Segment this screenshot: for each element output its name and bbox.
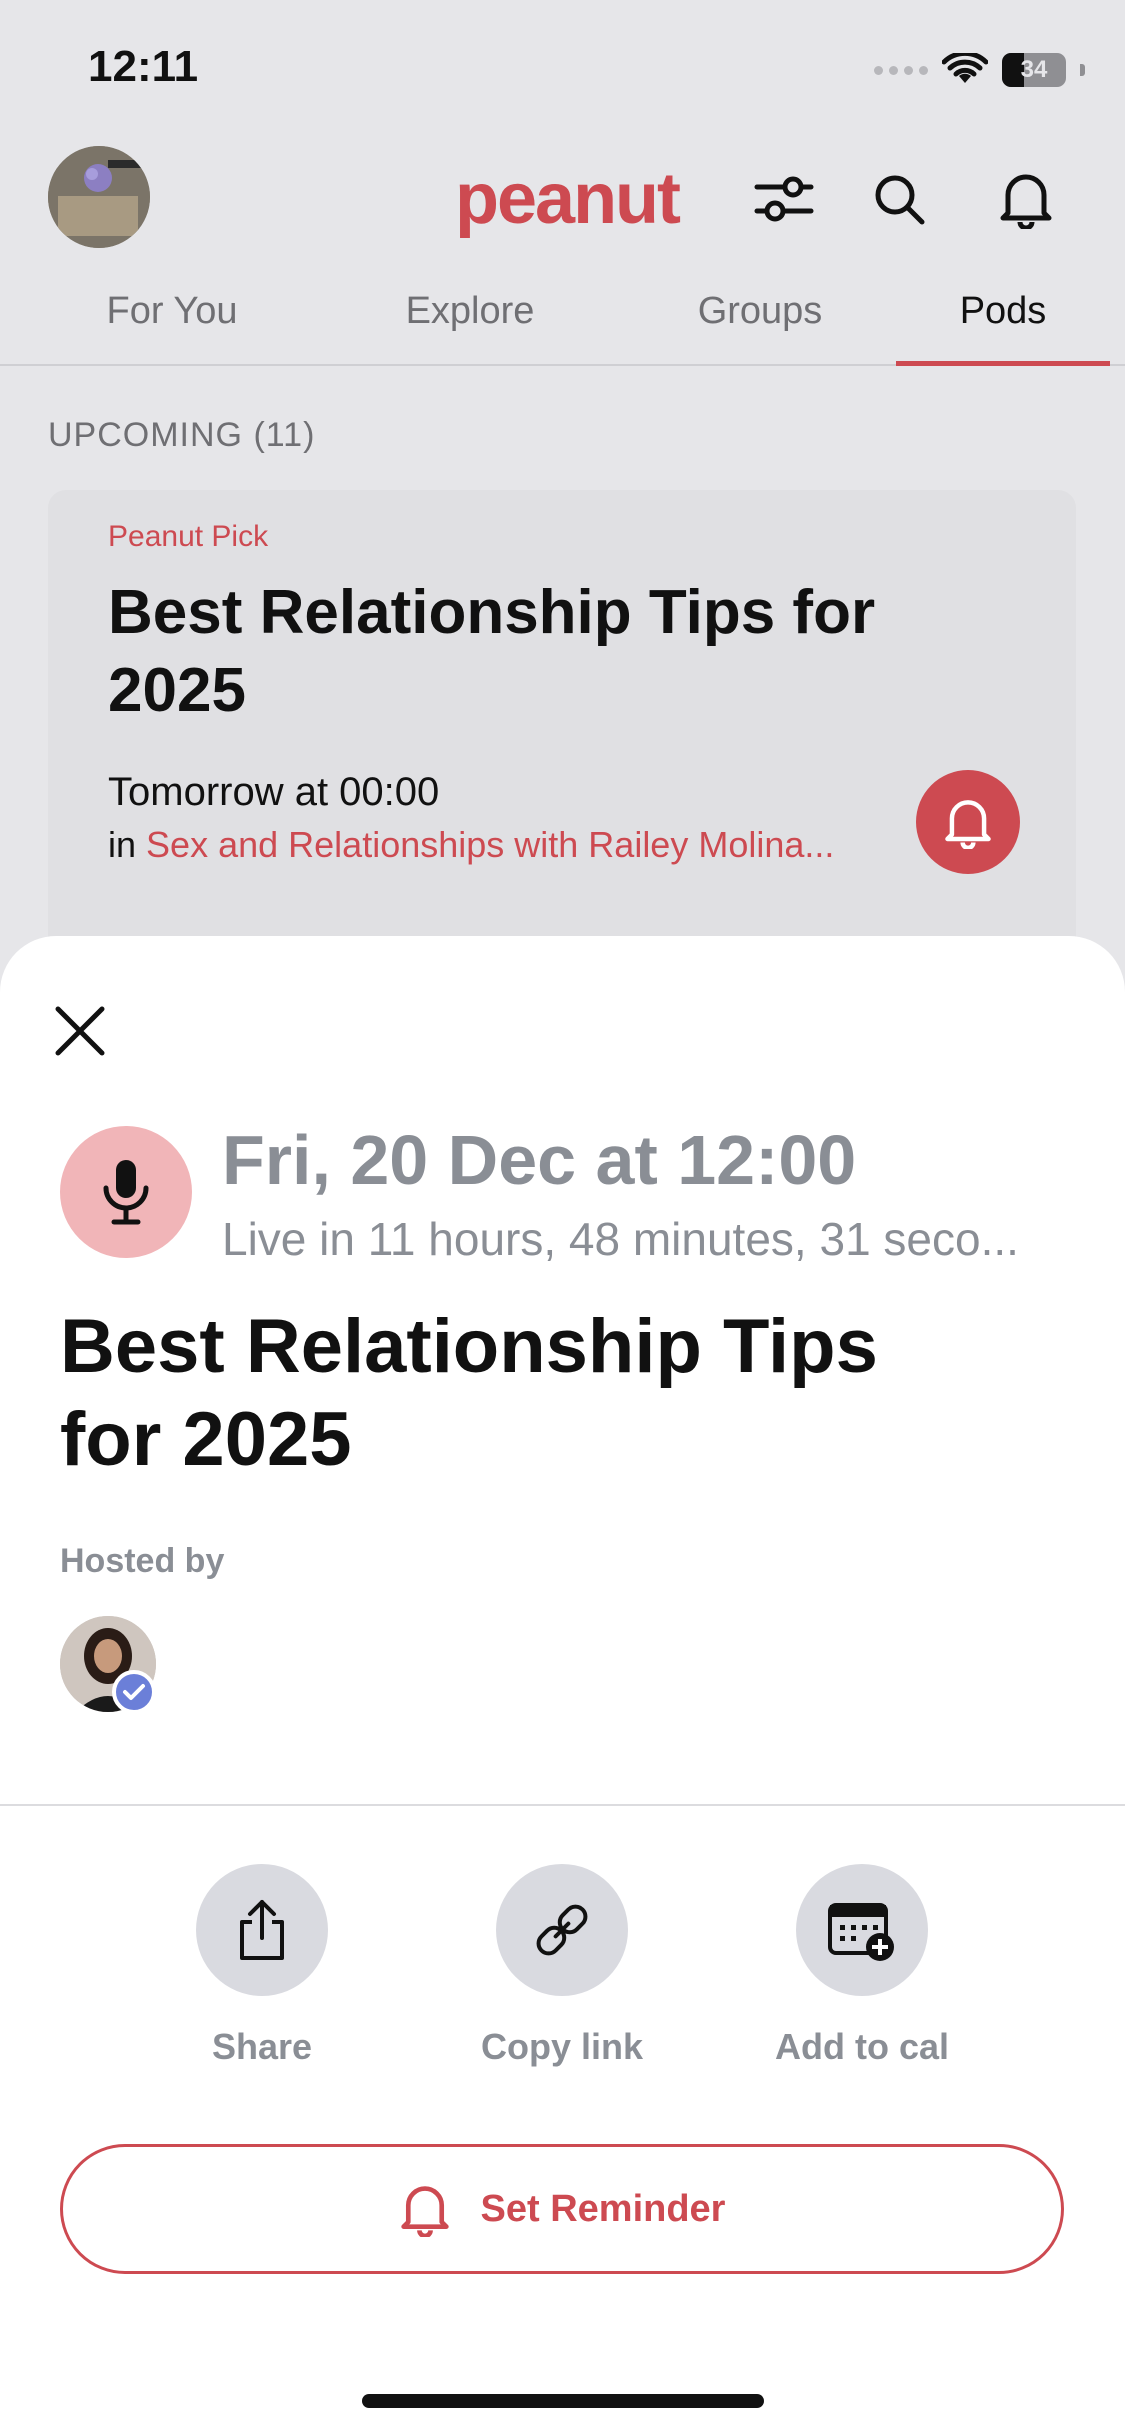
share-icon (240, 1900, 284, 1960)
battery-level: 34 (1020, 56, 1048, 83)
share-action[interactable]: Share (142, 1864, 382, 2068)
filter-icon[interactable] (750, 165, 818, 233)
close-button[interactable] (52, 996, 108, 1066)
battery-icon: 34 (1002, 53, 1066, 87)
set-reminder-button[interactable]: Set Reminder (60, 2144, 1064, 2274)
close-icon (55, 1006, 105, 1056)
bell-icon (400, 2186, 449, 2237)
tab-pods[interactable]: Pods (903, 290, 1103, 333)
share-button[interactable] (196, 1864, 328, 1996)
copy-link-button[interactable] (496, 1864, 628, 1996)
app-header: peanut (0, 140, 1125, 260)
cellular-signal-icon (874, 65, 928, 75)
share-label: Share (211, 2026, 313, 2067)
pod-card-time: Tomorrow at 00:00 (108, 770, 440, 814)
battery-tip (1080, 64, 1085, 76)
pod-date: Fri, 20 Dec at 12:00 (222, 1121, 857, 1199)
home-indicator[interactable] (362, 2394, 764, 2408)
set-reminder-label: Set Reminder (480, 2187, 726, 2230)
peanut-pick-label: Peanut Pick (108, 520, 269, 553)
search-icon[interactable] (865, 165, 933, 233)
tab-groups[interactable]: Groups (660, 290, 860, 333)
wifi-icon (942, 53, 988, 83)
add-to-calendar-label: Add to cal (774, 2026, 949, 2067)
hosted-by-label: Hosted by (60, 1542, 225, 1580)
profile-avatar[interactable] (48, 146, 150, 248)
pod-countdown: Live in 11 hours, 48 minutes, 31 seco... (222, 1213, 1019, 1265)
tab-explore[interactable]: Explore (370, 290, 570, 333)
pod-card-group: in Sex and Relationships with Railey Mol… (108, 824, 834, 866)
card-reminder-button[interactable] (916, 770, 1020, 874)
active-tab-indicator (896, 361, 1110, 366)
verified-badge-icon (112, 1670, 156, 1714)
copy-link-action[interactable]: Copy link (442, 1864, 682, 2068)
bell-icon[interactable] (992, 165, 1060, 233)
pod-card-in-prefix: in (108, 824, 137, 865)
section-upcoming: UPCOMING (11) (48, 416, 316, 454)
status-time: 12:11 (88, 42, 199, 91)
microphone-icon (103, 1160, 149, 1225)
copy-link-label: Copy link (480, 2026, 644, 2067)
add-to-calendar-action[interactable]: Add to cal (742, 1864, 982, 2068)
bell-icon (945, 800, 991, 849)
pod-type-badge (60, 1126, 192, 1258)
tab-for-you[interactable]: For You (72, 290, 272, 333)
calendar-add-icon (828, 1903, 894, 1961)
pod-card-group-link[interactable]: Sex and Relationships with Railey Molina… (146, 824, 834, 865)
add-to-calendar-button[interactable] (796, 1864, 928, 1996)
divider (0, 1804, 1125, 1806)
status-bar: 12:11 34 (0, 0, 1125, 140)
pod-detail-sheet: Fri, 20 Dec at 12:00 Live in 11 hours, 4… (0, 936, 1125, 2436)
status-indicators: 34 (874, 50, 1085, 90)
pod-card-title: Best Relationship Tips for 2025 (108, 578, 876, 725)
pod-card[interactable]: Peanut Pick Best Relationship Tips for 2… (48, 490, 1076, 970)
app-logo: peanut (455, 159, 681, 239)
link-icon (536, 1904, 588, 1956)
tab-bar: For You Explore Groups Pods (0, 280, 1125, 366)
pod-title: Best Relationship Tips for 2025 (60, 1304, 878, 1482)
